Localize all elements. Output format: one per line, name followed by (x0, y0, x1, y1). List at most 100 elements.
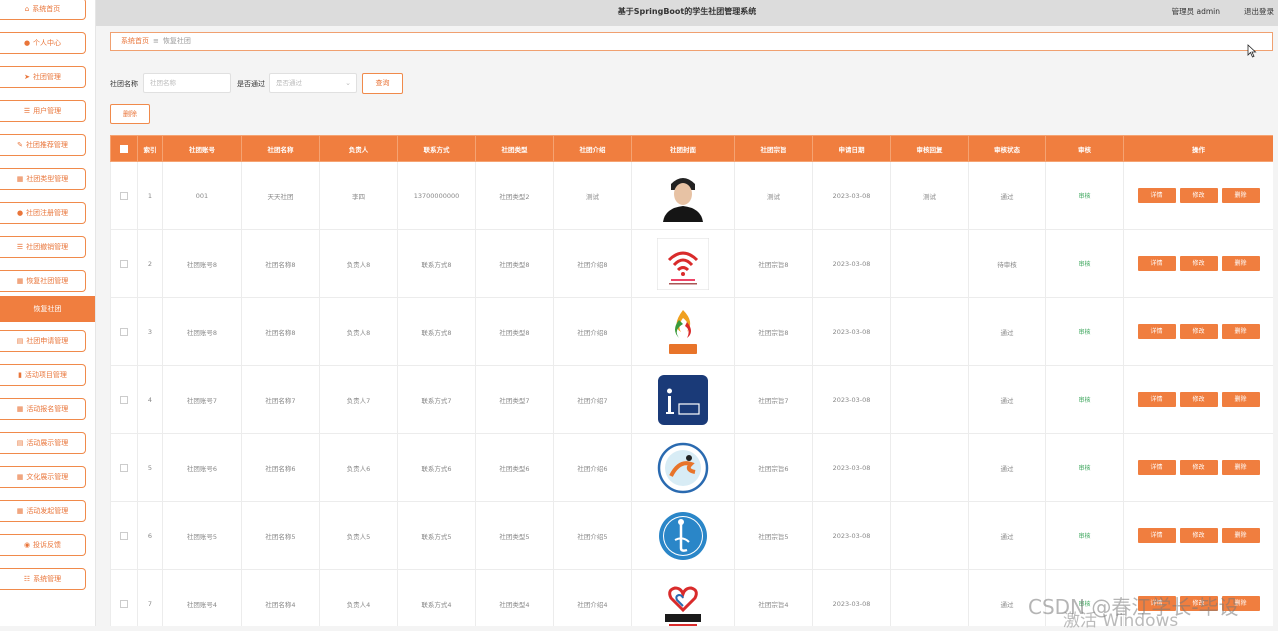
select-all-checkbox[interactable] (120, 144, 128, 153)
sidebar-item-label: 恢复社团 (33, 305, 62, 313)
row-checkbox[interactable] (120, 599, 128, 608)
cell-status: 待审核 (968, 229, 1046, 298)
sidebar-item-label: 系统管理 (33, 575, 62, 583)
cell-leader: 负责人6 (319, 433, 398, 502)
sidebar-item-7[interactable]: ● 社团注册管理 (0, 202, 86, 224)
cell-leader: 负责人4 (319, 569, 398, 626)
cell-audit: 审核 (1045, 297, 1124, 366)
edit-button[interactable]: 修改 (1179, 392, 1218, 407)
audit-link[interactable]: 审核 (1078, 397, 1090, 404)
sidebar-item-4[interactable]: ☰ 用户管理 (0, 100, 86, 122)
table-row: 2 社团账号8 社团名称8 负责人8 联系方式8 社团类型8 社团介绍8 社团宗旨8 2023-… (110, 229, 1273, 298)
edit-button[interactable]: 修改 (1179, 188, 1218, 203)
sidebar-item-17[interactable]: ◉ 投诉反馈 (0, 534, 86, 556)
breadcrumb-home[interactable]: 系统首页 (121, 37, 149, 45)
settings-icon: ☷ (23, 575, 31, 583)
row-checkbox[interactable] (120, 327, 128, 336)
cell-intro: 社团介绍5 (553, 501, 632, 570)
cell-purpose: 社团宗旨6 (734, 433, 813, 502)
sidebar-item-5[interactable]: ✎ 社团推荐管理 (0, 134, 86, 156)
edit-button[interactable]: 修改 (1179, 460, 1218, 475)
audit-link[interactable]: 审核 (1078, 193, 1090, 200)
cell-audit: 审核 (1045, 161, 1124, 230)
sidebar-item-11[interactable]: ▤ 社团申请管理 (0, 330, 86, 352)
cell-audit: 审核 (1045, 501, 1124, 570)
edit-button[interactable]: 修改 (1179, 528, 1218, 543)
column-header: 社团名称 (241, 135, 320, 162)
cell-cover (631, 501, 735, 570)
detail-button[interactable]: 详情 (1137, 256, 1176, 271)
detail-button[interactable]: 详情 (1137, 460, 1176, 475)
row-select-cell (110, 569, 138, 626)
sidebar-item-label: 恢复社团管理 (26, 277, 69, 285)
delete-button[interactable]: 删除 (1221, 528, 1260, 543)
cell-date: 2023-03-08 (812, 433, 891, 502)
cell-name: 社团名称8 (241, 297, 320, 366)
cell-contact: 联系方式8 (397, 297, 476, 366)
cell-cover (631, 433, 735, 502)
detail-button[interactable]: 详情 (1137, 392, 1176, 407)
sidebar-item-6[interactable]: ▦ 社团类型管理 (0, 168, 86, 190)
row-checkbox[interactable] (120, 395, 128, 404)
delete-button[interactable]: 删除 (1221, 460, 1260, 475)
breadcrumb: 系统首页 ≡ 恢复社团 (110, 32, 1273, 51)
sidebar-item-1[interactable]: ⌂ 系统首页 (0, 0, 86, 20)
cell-name: 社团名称5 (241, 501, 320, 570)
sidebar-item-12[interactable]: ▮ 活动项目管理 (0, 364, 86, 386)
cell-index: 1 (137, 161, 163, 230)
delete-button[interactable]: 删除 (1221, 188, 1260, 203)
row-checkbox[interactable] (120, 191, 128, 200)
column-header: 社团封面 (631, 135, 735, 162)
batch-delete-button[interactable]: 删除 (110, 104, 150, 124)
cell-cover (631, 365, 735, 434)
cell-audit: 审核 (1045, 229, 1124, 298)
audit-link[interactable]: 审核 (1078, 533, 1090, 540)
sidebar-item-15[interactable]: ▦ 文化展示管理 (0, 466, 86, 488)
logout-link[interactable]: 退出登录 (1244, 0, 1274, 24)
cell-purpose: 社团宗旨5 (734, 501, 813, 570)
cell-date: 2023-03-08 (812, 569, 891, 626)
cell-date: 2023-03-08 (812, 229, 891, 298)
club-cover-image (656, 237, 710, 290)
cell-index: 7 (137, 569, 163, 626)
pass-status-select[interactable]: 是否通过 ⌄ (269, 73, 357, 93)
sidebar-item-14[interactable]: ▤ 活动展示管理 (0, 432, 86, 454)
delete-button[interactable]: 删除 (1221, 256, 1260, 271)
detail-button[interactable]: 详情 (1137, 188, 1176, 203)
edit-button[interactable]: 修改 (1179, 256, 1218, 271)
detail-button[interactable]: 详情 (1137, 324, 1176, 339)
cell-audit: 审核 (1045, 365, 1124, 434)
row-select-cell (110, 161, 138, 230)
column-header: 联系方式 (397, 135, 476, 162)
sidebar-item-16[interactable]: ▦ 活动发起管理 (0, 500, 86, 522)
delete-button[interactable]: 删除 (1221, 324, 1260, 339)
sidebar-item-13[interactable]: ▦ 活动报名管理 (0, 398, 86, 420)
cell-intro: 社团介绍7 (553, 365, 632, 434)
row-select-cell (110, 501, 138, 570)
row-checkbox[interactable] (120, 259, 128, 268)
sidebar-item-label: 社团类型管理 (26, 175, 69, 183)
cell-type: 社团类型2 (475, 161, 554, 230)
edit-button[interactable]: 修改 (1179, 324, 1218, 339)
search-button[interactable]: 查询 (362, 73, 403, 94)
row-checkbox[interactable] (120, 531, 128, 540)
audit-link[interactable]: 审核 (1078, 261, 1090, 268)
sidebar-item-8[interactable]: ☰ 社团撤销管理 (0, 236, 86, 258)
delete-button[interactable]: 删除 (1221, 392, 1260, 407)
sidebar-item-18[interactable]: ☷ 系统管理 (0, 568, 86, 590)
club-cover-image (657, 441, 709, 494)
club-name-input[interactable]: 社团名称 (143, 73, 231, 93)
row-checkbox[interactable] (120, 463, 128, 472)
cell-purpose: 社团宗旨8 (734, 229, 813, 298)
sidebar-item-10[interactable]: 恢复社团 (0, 296, 95, 322)
sidebar-item-9[interactable]: ▦ 恢复社团管理 (0, 270, 86, 292)
detail-button[interactable]: 详情 (1137, 528, 1176, 543)
cell-reply (890, 501, 969, 570)
sidebar-item-3[interactable]: ➤ 社团管理 (0, 66, 86, 88)
cell-status: 通过 (968, 297, 1046, 366)
audit-link[interactable]: 审核 (1078, 465, 1090, 472)
sidebar-item-2[interactable]: ● 个人中心 (0, 32, 86, 54)
audit-link[interactable]: 审核 (1078, 329, 1090, 336)
cell-leader: 负责人8 (319, 297, 398, 366)
sidebar-item-label: 活动发起管理 (26, 507, 69, 515)
